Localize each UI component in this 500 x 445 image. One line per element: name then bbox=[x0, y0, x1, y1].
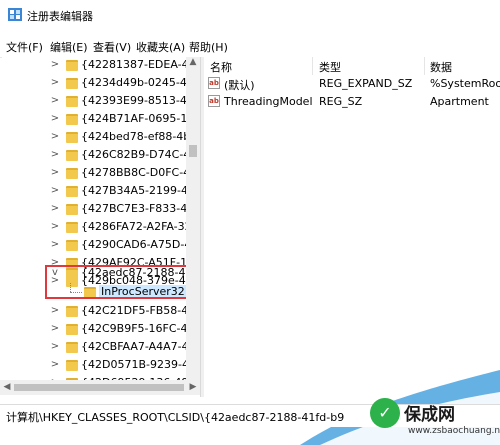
folder-icon bbox=[66, 306, 78, 317]
folder-icon bbox=[66, 96, 78, 107]
folder-icon bbox=[66, 114, 78, 125]
folder-icon bbox=[66, 78, 78, 89]
tree-item-label: {4234d49b-0245-4df3 bbox=[81, 76, 200, 89]
tree-item[interactable]: > {42C9B9F5-16FC-47ef bbox=[2, 321, 200, 339]
tree-item[interactable]: > {42CBFAA7-A4A7-47B bbox=[2, 339, 200, 357]
tree-item-label: {424B71AF-0695-11D2 bbox=[81, 112, 200, 125]
tree-horizontal-scrollbar[interactable]: ◀ ▶ bbox=[0, 380, 200, 395]
tree-item[interactable]: > {424B71AF-0695-11D2 bbox=[2, 111, 200, 129]
column-divider[interactable] bbox=[312, 57, 313, 75]
tree-vertical-scrollbar[interactable]: ▲ ▼ bbox=[186, 57, 200, 395]
column-header-data[interactable]: 数据 bbox=[430, 59, 452, 75]
tree-item-label: {4290CAD6-A75D-4AC bbox=[81, 238, 200, 251]
chevron-right-icon[interactable]: > bbox=[50, 149, 60, 160]
menu-file[interactable]: 文件(F) bbox=[6, 39, 43, 55]
watermark-title: 保成网 bbox=[404, 405, 455, 425]
scrollbar-thumb[interactable] bbox=[189, 145, 197, 157]
column-header-name[interactable]: 名称 bbox=[210, 59, 232, 75]
tree-item[interactable]: > {4286FA72-A2FA-3245 bbox=[2, 219, 200, 237]
chevron-right-icon[interactable]: > bbox=[50, 59, 60, 70]
menu-favorites[interactable]: 收藏夹(A) bbox=[136, 39, 185, 55]
tree-item-label: {42393E99-8513-42d3 bbox=[81, 94, 200, 107]
menu-help[interactable]: 帮助(H) bbox=[189, 39, 228, 55]
value-data: %SystemRoot bbox=[430, 77, 500, 90]
value-type: REG_EXPAND_SZ bbox=[319, 77, 413, 90]
value-name: (默认) bbox=[224, 79, 255, 92]
folder-icon bbox=[66, 222, 78, 233]
chevron-right-icon[interactable]: > bbox=[50, 305, 60, 316]
tree-item-label: {42D0571B-9239-4eee bbox=[81, 358, 200, 371]
registry-editor-icon bbox=[8, 8, 22, 21]
menu-edit[interactable]: 编辑(E) bbox=[50, 39, 88, 55]
chevron-right-icon[interactable]: > bbox=[50, 95, 60, 106]
value-type: REG_SZ bbox=[319, 95, 363, 108]
tree-item[interactable]: > {427B34A5-2199-467e bbox=[2, 183, 200, 201]
chevron-right-icon[interactable]: > bbox=[50, 359, 60, 370]
folder-icon bbox=[66, 150, 78, 161]
value-data: Apartment bbox=[430, 95, 489, 108]
tree-item-label: {4278BB8C-D0FC-438( bbox=[81, 166, 200, 179]
tree-item[interactable]: > {426C82B9-D74C-487 bbox=[2, 147, 200, 165]
tree-item[interactable]: > {4234d49b-0245-4df3 bbox=[2, 75, 200, 93]
column-header-type[interactable]: 类型 bbox=[319, 59, 341, 75]
chevron-right-icon[interactable]: > bbox=[50, 131, 60, 142]
highlight-annotation bbox=[45, 265, 205, 299]
tree-item[interactable]: > {42D0571B-9239-4eee bbox=[2, 357, 200, 375]
tree-item-label: {42C9B9F5-16FC-47ef bbox=[81, 322, 200, 335]
status-path: 计算机\HKEY_CLASSES_ROOT\CLSID\{42aedc87-21… bbox=[6, 411, 345, 424]
tree-item-label: {42CBFAA7-A4A7-47B bbox=[81, 340, 200, 353]
tree-item-label: {4286FA72-A2FA-3245 bbox=[81, 220, 200, 233]
scroll-up-arrow-icon[interactable]: ▲ bbox=[186, 57, 200, 71]
title-bar: 注册表编辑器 bbox=[0, 0, 500, 30]
string-value-icon: ab bbox=[208, 95, 220, 107]
chevron-right-icon[interactable]: > bbox=[50, 185, 60, 196]
tree-item-label: {42281387-EDEA-477( bbox=[81, 58, 200, 71]
watermark-logo: ✓ bbox=[370, 398, 400, 428]
folder-icon bbox=[66, 342, 78, 353]
tree-item-label: {424bed78-ef88-4b7c bbox=[81, 130, 200, 143]
tree-item-label: {427B34A5-2199-467e bbox=[81, 184, 200, 197]
value-row[interactable]: ab ThreadingModel REG_SZ Apartment bbox=[204, 93, 500, 111]
folder-icon bbox=[66, 240, 78, 251]
watermark-url: www.zsbaochuang.net bbox=[408, 426, 500, 436]
values-list[interactable]: 名称 类型 数据 ab (默认) REG_EXPAND_SZ %SystemRo… bbox=[204, 57, 500, 397]
key-tree[interactable]: > {42281387-EDEA-477( > {4234d49b-0245-4df… bbox=[2, 57, 200, 397]
value-name: ThreadingModel bbox=[224, 95, 313, 108]
chevron-right-icon[interactable]: > bbox=[50, 203, 60, 214]
chevron-right-icon[interactable]: > bbox=[50, 323, 60, 334]
column-divider[interactable] bbox=[424, 57, 425, 75]
folder-icon bbox=[66, 204, 78, 215]
tree-item-label: {427BC7E3-F833-4584 bbox=[81, 202, 200, 215]
chevron-right-icon[interactable]: > bbox=[50, 113, 60, 124]
chevron-right-icon[interactable]: > bbox=[50, 77, 60, 88]
value-row[interactable]: ab (默认) REG_EXPAND_SZ %SystemRoot bbox=[204, 75, 500, 93]
folder-icon bbox=[66, 360, 78, 371]
folder-icon bbox=[66, 324, 78, 335]
tree-item[interactable]: > {4278BB8C-D0FC-438( bbox=[2, 165, 200, 183]
chevron-right-icon[interactable]: > bbox=[50, 341, 60, 352]
scrollbar-thumb[interactable] bbox=[14, 384, 184, 391]
scroll-left-arrow-icon[interactable]: ◀ bbox=[0, 380, 14, 395]
menu-bar: 文件(F) 编辑(E) 查看(V) 收藏夹(A) 帮助(H) bbox=[0, 37, 500, 55]
tree-item-label: {42C21DF5-FB58-4102 bbox=[81, 304, 200, 317]
chevron-right-icon[interactable]: > bbox=[50, 167, 60, 178]
string-value-icon: ab bbox=[208, 77, 220, 89]
tree-item[interactable]: > {42281387-EDEA-477( bbox=[2, 57, 200, 75]
tree-item[interactable]: > {42C21DF5-FB58-4102 bbox=[2, 303, 200, 321]
tree-item[interactable]: > {424bed78-ef88-4b7c bbox=[2, 129, 200, 147]
menu-view[interactable]: 查看(V) bbox=[93, 39, 131, 55]
window-title: 注册表编辑器 bbox=[27, 10, 93, 23]
folder-icon bbox=[66, 132, 78, 143]
folder-icon bbox=[66, 60, 78, 71]
folder-icon bbox=[66, 168, 78, 179]
folder-icon bbox=[66, 186, 78, 197]
tree-item[interactable]: > {4290CAD6-A75D-4AC bbox=[2, 237, 200, 255]
scroll-right-arrow-icon[interactable]: ▶ bbox=[186, 380, 200, 395]
chevron-right-icon[interactable]: > bbox=[50, 239, 60, 250]
chevron-right-icon[interactable]: > bbox=[50, 221, 60, 232]
tree-item-label: {426C82B9-D74C-487 bbox=[81, 148, 200, 161]
tree-item[interactable]: > {427BC7E3-F833-4584 bbox=[2, 201, 200, 219]
tree-item[interactable]: > {42393E99-8513-42d3 bbox=[2, 93, 200, 111]
